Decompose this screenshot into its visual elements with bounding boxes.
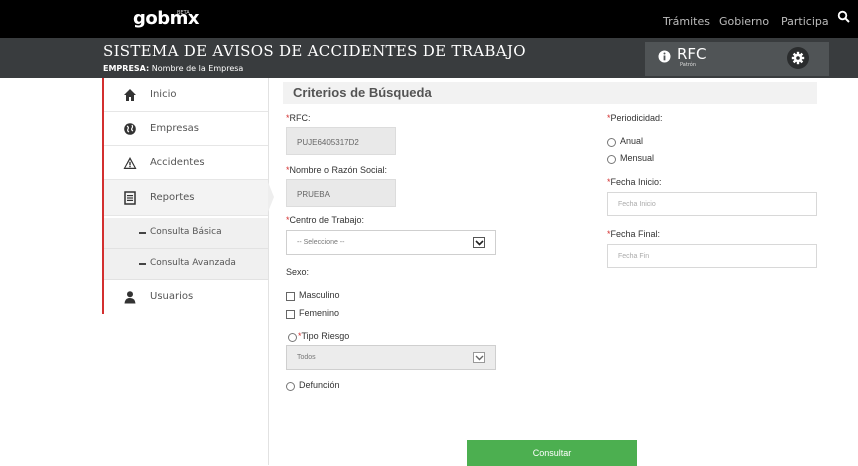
mensual-label: Mensual bbox=[620, 153, 655, 163]
periodicidad-label: *Periodicidad: bbox=[607, 113, 663, 123]
centro-select[interactable]: -- Seleccione -- bbox=[286, 230, 496, 255]
fecha-inicio-label-text: Fecha Inicio: bbox=[610, 177, 662, 187]
user-icon bbox=[123, 290, 137, 304]
report-icon bbox=[123, 191, 137, 205]
mensual-radio[interactable] bbox=[607, 155, 616, 164]
sidebar-item-inicio[interactable]: Inicio bbox=[104, 78, 268, 112]
rfc-sublabel: Patrón bbox=[680, 62, 696, 68]
fecha-final-input[interactable]: Fecha Fin bbox=[607, 244, 817, 268]
dash-icon bbox=[139, 232, 146, 234]
sidebar-item-label: Usuarios bbox=[150, 291, 194, 302]
gear-icon bbox=[791, 51, 805, 65]
rfc-label: RFC bbox=[677, 45, 707, 63]
page-title: SISTEMA DE AVISOS DE ACCIDENTES DE TRABA… bbox=[103, 42, 526, 60]
tipo-riesgo-label: *Tipo Riesgo bbox=[298, 331, 349, 341]
fecha-final-label: *Fecha Final: bbox=[607, 229, 660, 239]
nav-link-participa[interactable]: Participa bbox=[781, 15, 829, 28]
section-title: Criterios de Búsqueda bbox=[293, 85, 432, 100]
defuncion-radio[interactable] bbox=[286, 382, 295, 391]
sidebar-item-label: Empresas bbox=[150, 123, 199, 134]
centro-select-value: -- Seleccione -- bbox=[297, 239, 345, 246]
sexo-label: Sexo: bbox=[286, 267, 310, 277]
empresa-label: EMPRESA: bbox=[103, 64, 150, 73]
sidebar-item-label: Inicio bbox=[150, 89, 177, 100]
anual-radio[interactable] bbox=[607, 138, 616, 147]
fecha-inicio-input[interactable]: Fecha Inicio bbox=[607, 192, 817, 216]
empresa-value: Nombre de la Empresa bbox=[151, 64, 244, 73]
rfc-label-text: RFC: bbox=[289, 113, 311, 123]
search-icon[interactable] bbox=[837, 10, 851, 24]
nombre-field-label: *Nombre o Razón Social: bbox=[286, 165, 387, 175]
tipo-riesgo-select-value: Todos bbox=[297, 354, 316, 361]
info-icon bbox=[658, 50, 671, 68]
chevron-down-icon[interactable] bbox=[473, 237, 485, 248]
consultar-button[interactable]: Consultar bbox=[467, 440, 637, 466]
sidebar-subitem-consulta-avanzada[interactable]: Consulta Avanzada bbox=[104, 249, 268, 280]
tipo-riesgo-radio[interactable] bbox=[288, 333, 297, 342]
globe-icon bbox=[123, 122, 137, 136]
sidebar-item-accidentes[interactable]: Accidentes bbox=[104, 146, 268, 180]
settings-button[interactable] bbox=[787, 47, 809, 69]
defuncion-label: Defunción bbox=[299, 380, 340, 390]
home-icon bbox=[123, 88, 137, 102]
nombre-field[interactable]: PRUEBA bbox=[286, 179, 396, 207]
nav-link-gobierno[interactable]: Gobierno bbox=[719, 15, 769, 28]
sidebar-item-label: Reportes bbox=[150, 192, 195, 203]
tipo-riesgo-label-text: Tipo Riesgo bbox=[301, 331, 350, 341]
centro-label-text: Centro de Trabajo: bbox=[289, 215, 365, 225]
femenino-label: Femenino bbox=[299, 308, 340, 318]
anual-label: Anual bbox=[620, 136, 644, 146]
tipo-riesgo-select[interactable]: Todos bbox=[286, 345, 496, 370]
femenino-checkbox[interactable] bbox=[286, 310, 295, 319]
sidebar-subitem-label: Consulta Básica bbox=[150, 227, 222, 237]
logo-gob-text: gob bbox=[133, 8, 170, 29]
nav-link-tramites[interactable]: Trámites bbox=[663, 15, 710, 28]
sidebar-item-label: Accidentes bbox=[150, 157, 205, 168]
empresa-row: EMPRESA: Nombre de la Empresa bbox=[103, 64, 243, 73]
nombre-label-text: Nombre o Razón Social: bbox=[289, 165, 388, 175]
masculino-checkbox[interactable] bbox=[286, 292, 295, 301]
rfc-field-label: *RFC: bbox=[286, 113, 311, 123]
sidebar-item-reportes[interactable]: Reportes bbox=[104, 180, 268, 216]
masculino-label: Masculino bbox=[299, 290, 340, 300]
dash-icon bbox=[139, 263, 146, 265]
beta-tag: BETA bbox=[177, 10, 190, 16]
sidebar-subitem-label: Consulta Avanzada bbox=[150, 258, 236, 268]
periodicidad-label-text: Periodicidad: bbox=[610, 113, 663, 123]
fecha-final-label-text: Fecha Final: bbox=[610, 229, 661, 239]
active-item-caret bbox=[268, 182, 274, 212]
fecha-inicio-label: *Fecha Inicio: bbox=[607, 177, 662, 187]
chevron-down-icon[interactable] bbox=[473, 352, 485, 363]
rfc-field[interactable]: PUJE6405317D2 bbox=[286, 127, 396, 155]
sidebar-item-empresas[interactable]: Empresas bbox=[104, 112, 268, 146]
centro-field-label: *Centro de Trabajo: bbox=[286, 215, 364, 225]
sidebar-subitem-consulta-basica[interactable]: Consulta Básica bbox=[104, 218, 268, 249]
sidebar-item-usuarios[interactable]: Usuarios bbox=[104, 280, 268, 314]
warning-icon bbox=[123, 156, 137, 170]
